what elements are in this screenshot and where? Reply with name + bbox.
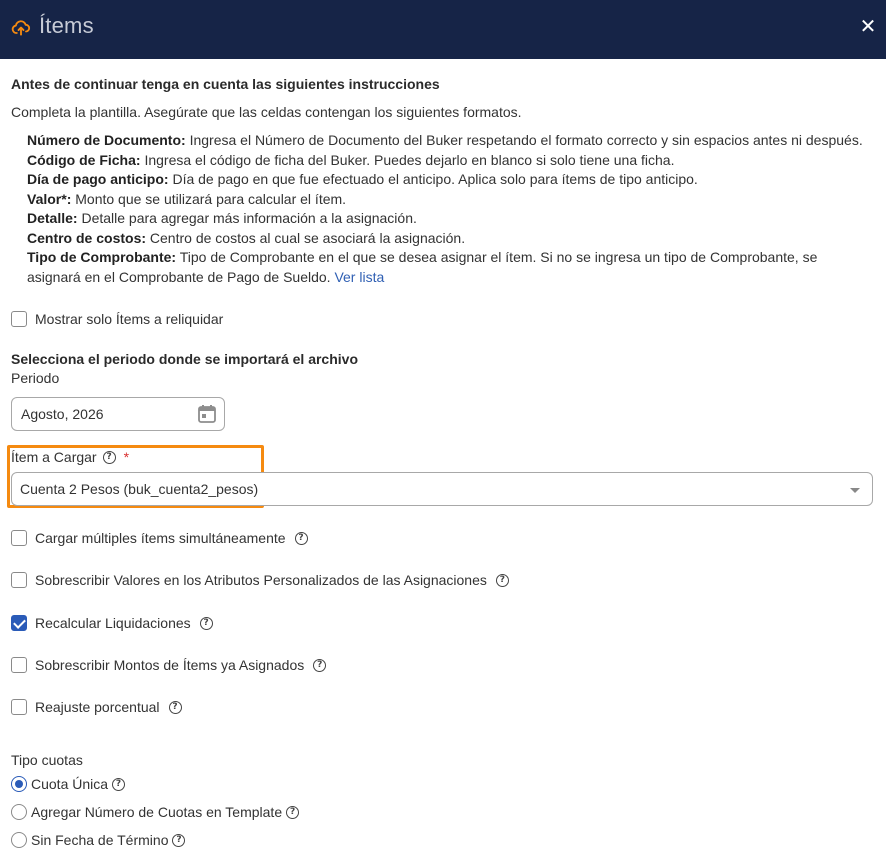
sin-fecha-termino-label: Sin Fecha de Término [31,832,169,848]
instructions-title: Antes de continuar tenga en cuenta las s… [11,76,440,92]
cuota-unica-option[interactable]: Cuota Única ? [11,775,126,793]
rule-centro-costos: Centro de costos: Centro de costos al cu… [27,229,872,249]
rule-text: Día de pago en que fue efectuado el anti… [168,171,698,187]
instructions-subtitle: Completa la plantilla. Asegúrate que las… [11,104,522,120]
sobrescribir-montos-label: Sobrescribir Montos de Ítems ya Asignado… [35,657,305,673]
help-icon[interactable]: ? [102,450,116,464]
rule-text: Detalle para agregar más información a l… [77,210,417,226]
sobrescribir-atributos-option[interactable]: Sobrescribir Valores en los Atributos Pe… [11,571,509,589]
recalcular-liquidaciones-label: Recalcular Liquidaciones [35,615,191,631]
sobrescribir-montos-option[interactable]: Sobrescribir Montos de Ítems ya Asignado… [11,656,327,674]
rule-label: Centro de costos: [27,229,147,246]
rule-label: Valor*: [27,190,72,207]
reajuste-porcentual-option[interactable]: Reajuste porcentual ? [11,698,182,716]
rule-label: Número de Documento: [27,132,186,148]
rule-tipo-comprobante: Tipo de Comprobante: Tipo de Comprobante… [27,248,872,287]
rule-numero-documento: Número de Documento: Ingresa el Número d… [27,131,872,151]
sobrescribir-atributos-label: Sobrescribir Valores en los Atributos Pe… [35,572,487,588]
cargar-multiples-label: Cargar múltiples ítems simultáneamente [35,530,286,546]
recalcular-liquidaciones-option[interactable]: Recalcular Liquidaciones ? [11,614,213,632]
rule-dia-pago: Día de pago anticipo: Día de pago en que… [27,170,872,190]
reajuste-porcentual-checkbox[interactable] [11,699,27,715]
modal-header: Ítems ✕ [0,0,886,59]
rule-text: Monto que se utilizará para calcular el … [71,190,347,207]
item-field-label: Ítem a Cargar ? * [11,449,129,465]
help-icon[interactable]: ? [313,658,327,672]
modal-title: Ítems [39,13,94,38]
help-icon[interactable]: ? [172,833,186,847]
rule-label: Detalle: [27,210,78,226]
period-label: Periodo [11,370,60,386]
rule-label: Día de pago anticipo: [27,171,169,187]
rule-detalle: Detalle: Detalle para agregar más inform… [27,209,872,229]
help-icon[interactable]: ? [112,777,126,791]
rule-text: Ingresa el Número de Documento del Buker… [185,132,863,148]
tipo-cuotas-label: Tipo cuotas [11,752,83,768]
rule-codigo-ficha: Código de Ficha: Ingresa el código de fi… [27,151,872,171]
help-icon[interactable]: ? [495,573,509,587]
rule-text: Ingresa el código de ficha del Buker. Pu… [140,151,675,168]
instructions-list: Número de Documento: Ingresa el Número d… [27,131,872,287]
item-select[interactable]: Cuenta 2 Pesos (buk_cuenta2_pesos) [11,472,873,506]
close-icon[interactable]: ✕ [859,17,877,37]
required-marker: * [123,449,130,465]
rule-text: Centro de costos al cual se asociará la … [146,229,466,246]
item-label-text: Ítem a Cargar [11,449,97,465]
cuota-unica-radio[interactable] [11,776,27,792]
reajuste-porcentual-label: Reajuste porcentual [35,699,160,715]
sobrescribir-montos-checkbox[interactable] [11,657,27,673]
agregar-numero-cuotas-label: Agregar Número de Cuotas en Template [31,804,283,820]
cargar-multiples-option[interactable]: Cargar múltiples ítems simultáneamente ? [11,529,308,547]
sin-fecha-termino-option[interactable]: Sin Fecha de Término ? [11,831,186,849]
period-value: Agosto, 2026 [21,406,104,422]
help-icon[interactable]: ? [294,531,308,545]
show-reliquidar-option[interactable]: Mostrar solo Ítems a reliquidar [11,310,223,328]
help-icon[interactable]: ? [168,700,182,714]
cuota-unica-label: Cuota Única [31,776,109,792]
rule-label: Código de Ficha: [27,151,141,168]
recalcular-liquidaciones-checkbox[interactable] [11,615,27,631]
item-select-value: Cuenta 2 Pesos (buk_cuenta2_pesos) [20,481,259,497]
show-reliquidar-label: Mostrar solo Ítems a reliquidar [35,311,224,327]
rule-label: Tipo de Comprobante: [27,249,177,265]
calendar-icon[interactable] [197,404,217,424]
agregar-numero-cuotas-option[interactable]: Agregar Número de Cuotas en Template ? [11,803,300,821]
sobrescribir-atributos-checkbox[interactable] [11,572,27,588]
cloud-upload-icon [11,20,31,36]
ver-lista-link[interactable]: Ver lista [334,269,384,285]
help-icon[interactable]: ? [199,616,213,630]
help-icon[interactable]: ? [286,805,300,819]
period-section-title: Selecciona el periodo donde se importará… [11,351,358,367]
sin-fecha-termino-radio[interactable] [11,832,27,848]
show-reliquidar-checkbox[interactable] [11,311,27,327]
agregar-numero-cuotas-radio[interactable] [11,804,27,820]
rule-valor: Valor*: Monto que se utilizará para calc… [27,190,872,210]
chevron-down-icon[interactable] [850,488,860,493]
period-date-input[interactable]: Agosto, 2026 [11,397,225,431]
cargar-multiples-checkbox[interactable] [11,530,27,546]
